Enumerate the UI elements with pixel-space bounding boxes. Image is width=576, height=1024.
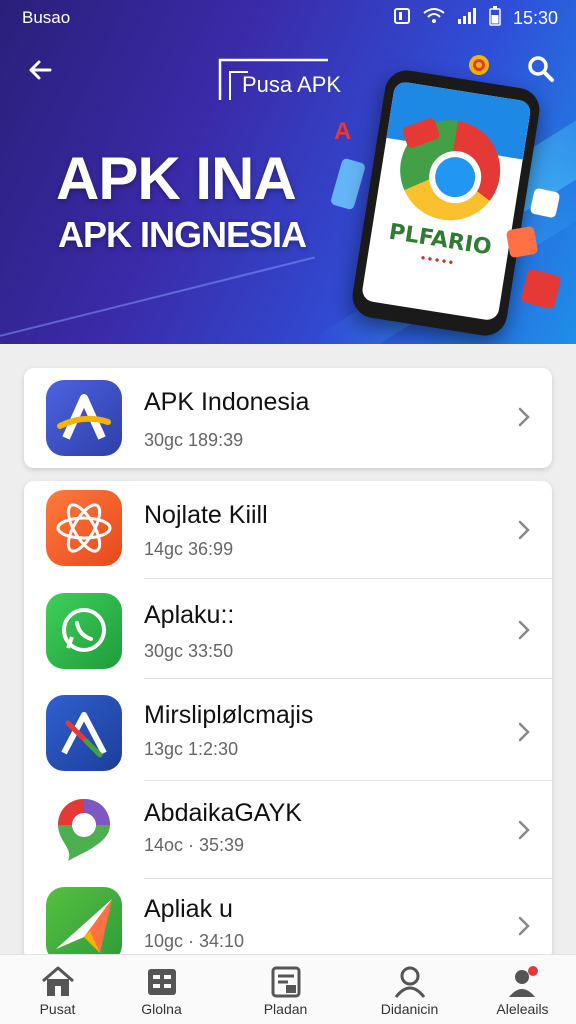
nav-label: Glolna — [141, 1001, 182, 1017]
app-name: Nojlate Kiill — [144, 501, 268, 529]
nav-label: Didanicin — [380, 1001, 439, 1017]
featured-app-meta: 30gc 189:39 — [144, 430, 244, 450]
floating-arrow-icon — [505, 225, 539, 259]
hero-banner: Busao 15:30 Pusa APK APK INA APK INGNESI… — [0, 0, 576, 344]
chevron-right-icon — [518, 620, 530, 640]
app-store-icon — [46, 695, 122, 771]
search-icon — [528, 56, 554, 82]
app-name: Aplaku:: — [144, 601, 235, 629]
paper-plane-icon — [46, 887, 122, 961]
chevron-right-icon — [518, 520, 530, 540]
search-button[interactable] — [526, 54, 556, 84]
profile-icon — [394, 966, 426, 998]
floating-check-icon — [529, 187, 561, 219]
apk-a-icon — [46, 380, 122, 456]
phone-illustration: PLFARIO ● ● ● ● ● — [349, 67, 543, 339]
account-icon — [509, 966, 538, 997]
chevron-right-icon — [518, 916, 530, 936]
list-item[interactable]: AbdaikaGAYK 14oc · 35:39 — [24, 781, 552, 879]
chevron-right-icon — [518, 722, 530, 742]
brand-logo: Pusa APK — [218, 58, 356, 102]
status-time: 15:30 — [512, 8, 558, 28]
nfc-icon — [393, 7, 411, 30]
hero-title: APK INA — [56, 145, 297, 212]
nav-item-pladan[interactable]: Pladan — [228, 955, 343, 1024]
gear-icon — [469, 55, 489, 75]
chevron-right-icon — [518, 820, 530, 840]
status-bar: Busao 15:30 — [0, 0, 576, 36]
home-icon — [42, 966, 74, 996]
back-arrow-icon — [29, 60, 52, 80]
map-pin-icon — [46, 791, 122, 867]
nav-item-didanicin[interactable]: Didanicin — [352, 955, 467, 1024]
bottom-navigation: Pusat Glolna Pladan Didanicin Aleleails — [0, 954, 576, 1024]
atom-a-icon — [46, 490, 122, 566]
chevron-right-icon — [518, 407, 530, 427]
settings-button[interactable] — [466, 52, 492, 78]
featured-app-name: APK Indonesia — [144, 388, 310, 416]
app-meta: 10gc · 34:10 — [144, 931, 245, 951]
app-meta: 14oc · 35:39 — [144, 835, 245, 855]
list-item[interactable]: Nojlate Kiill 14gc 36:99 — [24, 481, 552, 579]
hero-subtitle: APK INGNESIA — [58, 214, 307, 255]
app-meta: 13gc 1:2:30 — [144, 739, 239, 759]
featured-app-row[interactable]: APK Indonesia 30gc 189:39 — [24, 368, 552, 468]
floating-card-icon — [329, 157, 367, 211]
app-meta: 30gc 33:50 — [144, 641, 234, 661]
back-button[interactable] — [24, 54, 56, 86]
list-item[interactable]: Aplaku:: 30gc 33:50 — [24, 581, 552, 679]
list-item[interactable]: Mirsliplølcmajis 13gc 1:2:30 — [24, 683, 552, 781]
status-carrier: Busao — [22, 8, 71, 27]
whatsapp-icon — [46, 593, 122, 669]
list-item[interactable]: Apliak u 10gc · 34:10 — [24, 877, 552, 961]
app-list: Nojlate Kiill 14gc 36:99 Aplaku:: 30gc 3… — [24, 481, 552, 961]
app-name: AbdaikaGAYK — [144, 799, 302, 827]
featured-app-card[interactable]: APK Indonesia 30gc 189:39 — [24, 368, 552, 468]
wifi-icon — [423, 7, 445, 30]
battery-icon — [489, 6, 501, 31]
app-meta: 14gc 36:99 — [144, 539, 234, 559]
nav-item-aleleails[interactable]: Aleleails — [465, 955, 576, 1024]
nav-label: Aleleails — [496, 1001, 549, 1017]
signal-icon — [457, 8, 477, 29]
document-icon — [271, 966, 301, 998]
app-name: Apliak u — [144, 895, 233, 923]
floating-cursor-icon — [520, 268, 562, 310]
nav-label: Pusat — [39, 1001, 76, 1017]
nav-item-glolna[interactable]: Glolna — [104, 955, 219, 1024]
brand-name: Pusa APK — [242, 72, 342, 97]
nav-label: Pladan — [263, 1001, 308, 1017]
nav-item-pusat[interactable]: Pusat — [0, 955, 115, 1024]
app-name: Mirsliplølcmajis — [144, 701, 314, 729]
apps-grid-icon — [148, 969, 176, 995]
floating-a-icon: A — [334, 118, 352, 145]
